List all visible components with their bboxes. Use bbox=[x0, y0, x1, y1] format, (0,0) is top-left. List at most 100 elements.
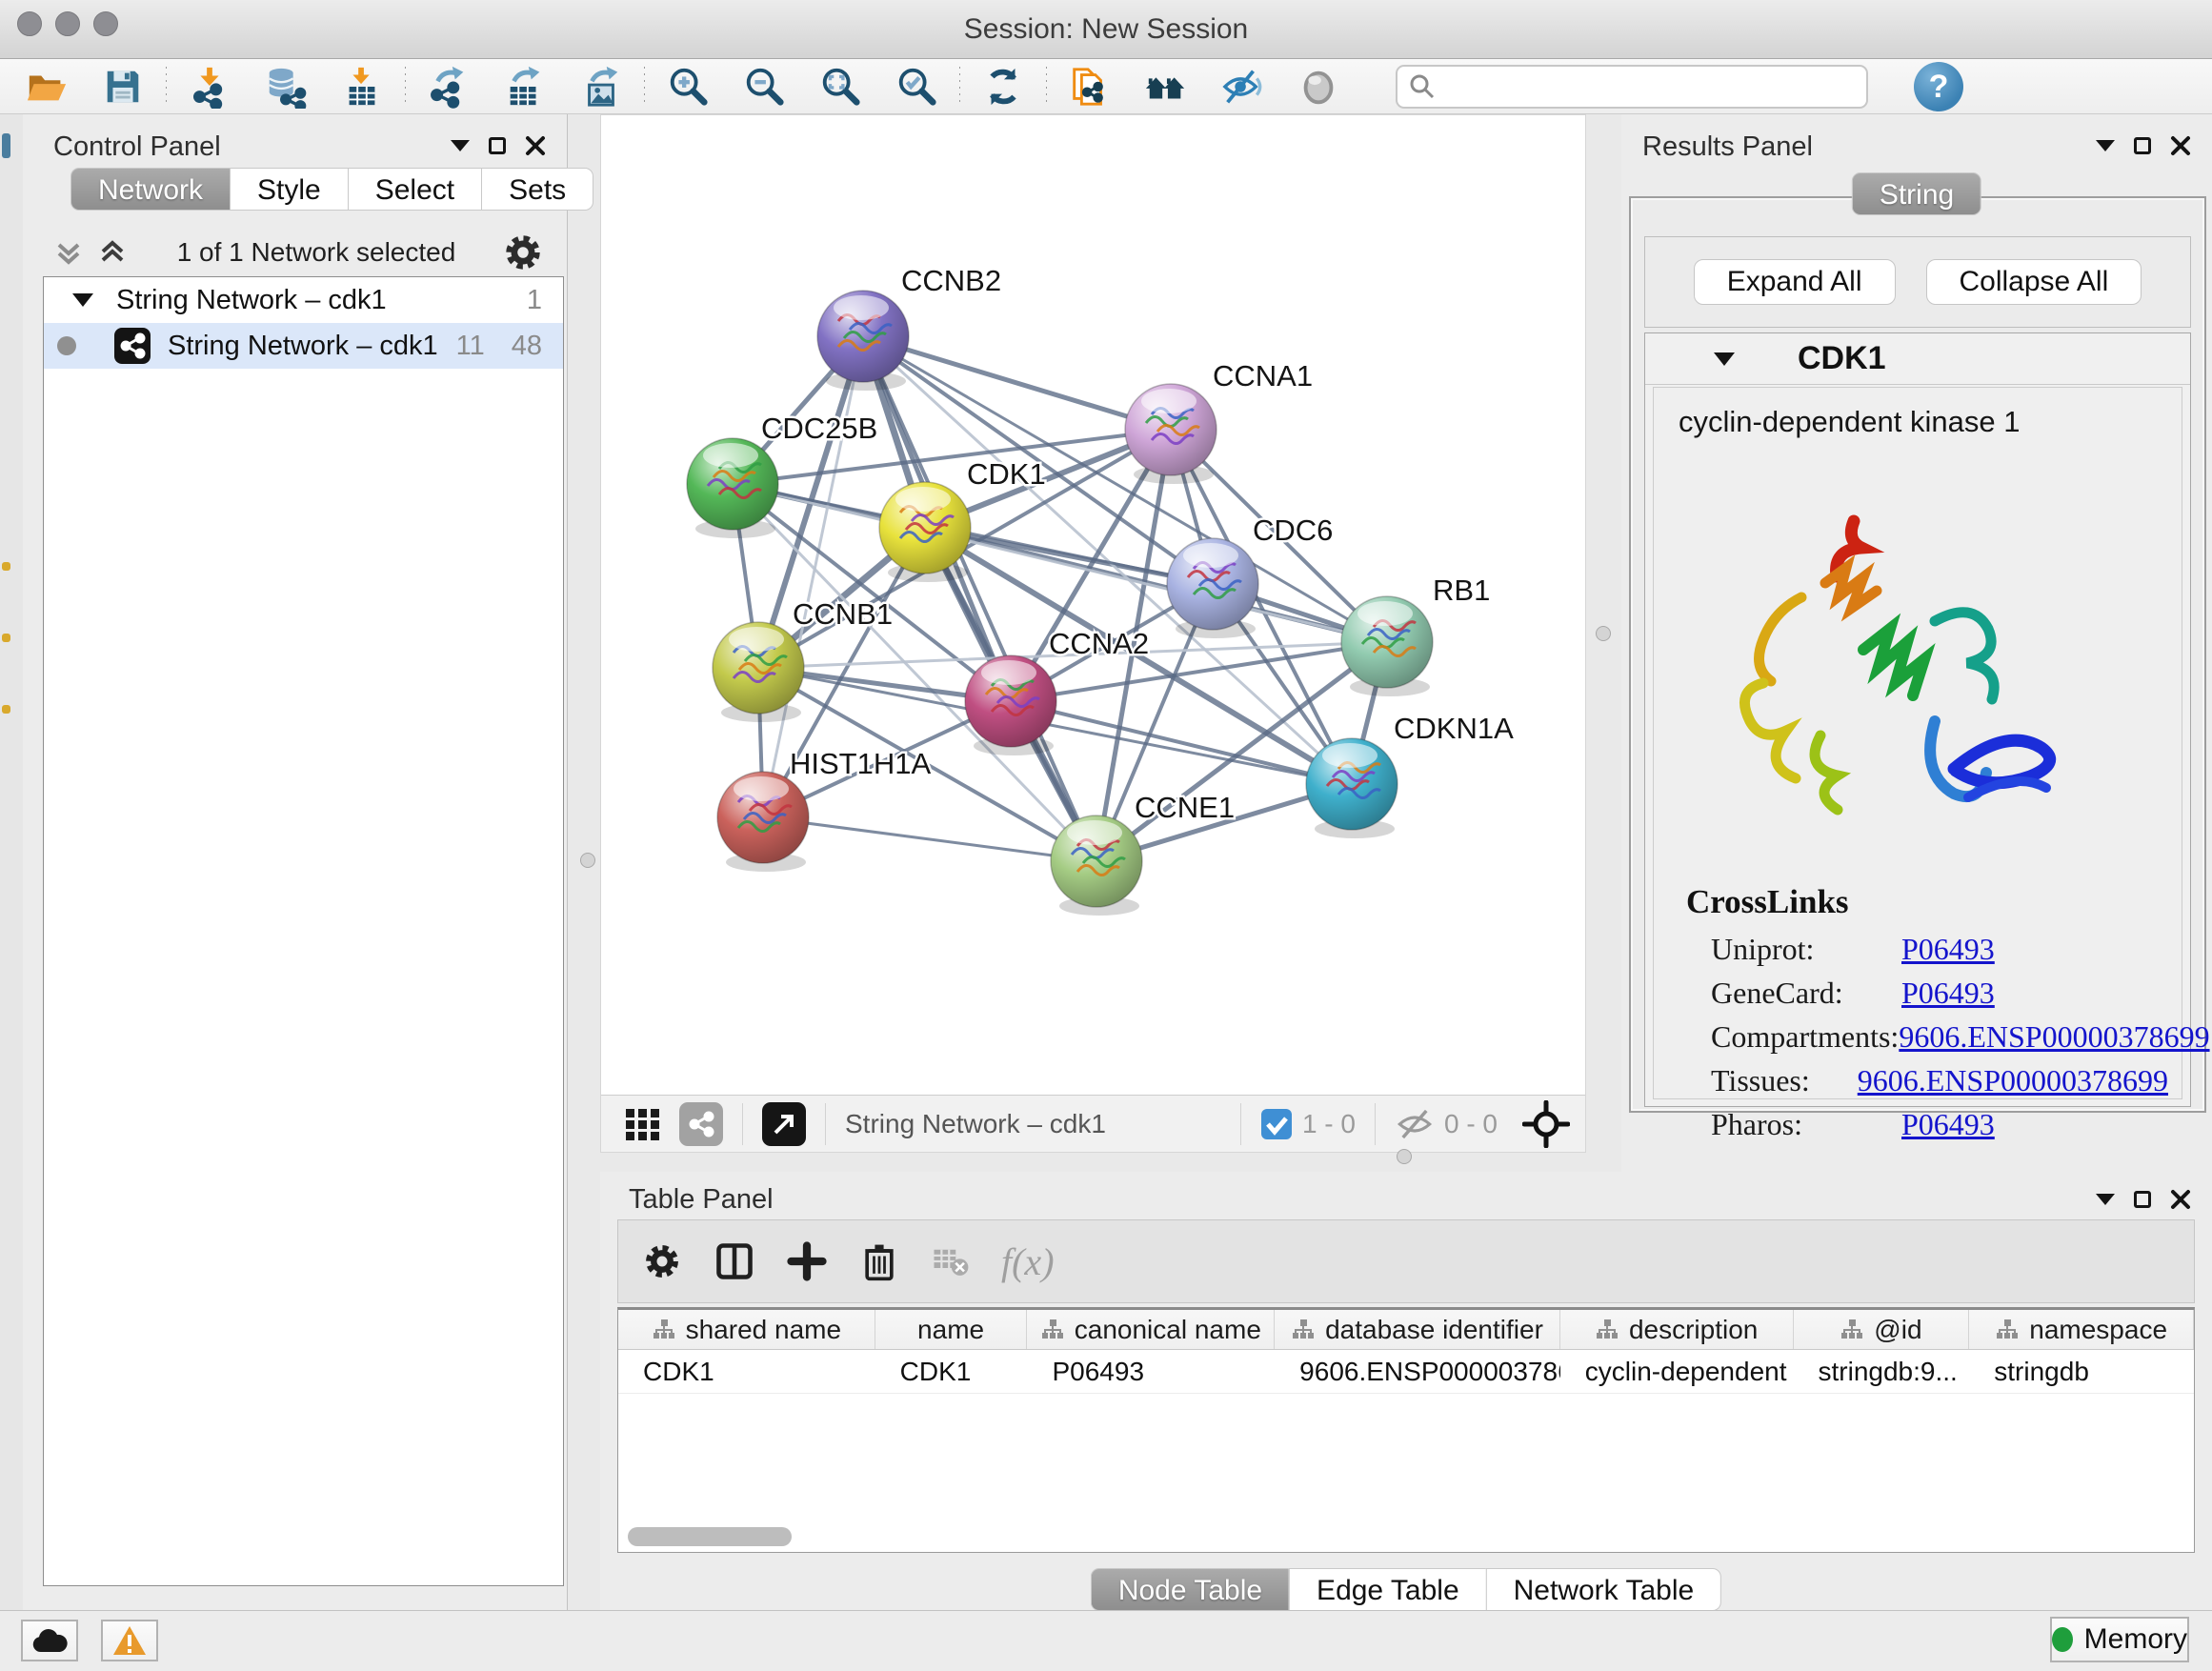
export-image-icon[interactable] bbox=[579, 65, 623, 109]
table-panel-close-icon[interactable] bbox=[2170, 1189, 2191, 1210]
node-CCNE1[interactable]: CCNE1 bbox=[1051, 791, 1235, 916]
cell-shared-name[interactable]: CDK1 bbox=[618, 1350, 875, 1393]
cell--id[interactable]: stringdb:9... bbox=[1794, 1350, 1970, 1393]
collection-collapse-icon[interactable] bbox=[72, 293, 93, 307]
tab-network[interactable]: Network bbox=[70, 168, 230, 211]
network-share-view-icon[interactable] bbox=[679, 1102, 723, 1146]
column-header-namespace[interactable]: namespace bbox=[1969, 1310, 2194, 1349]
crosslink-link-uniprot-[interactable]: P06493 bbox=[1901, 932, 1995, 967]
zoom-in-icon[interactable] bbox=[666, 65, 710, 109]
zoom-out-icon[interactable] bbox=[742, 65, 786, 109]
export-table-icon[interactable] bbox=[503, 65, 547, 109]
control-panel-menu-button[interactable] bbox=[451, 140, 470, 151]
crosslink-link-compartments-[interactable]: 9606.ENSP00000378699 bbox=[1899, 1019, 2209, 1055]
tab-network-table[interactable]: Network Table bbox=[1486, 1568, 1722, 1611]
tab-node-table[interactable]: Node Table bbox=[1091, 1568, 1289, 1611]
cell-name[interactable]: CDK1 bbox=[875, 1350, 1028, 1393]
home-networks-icon[interactable] bbox=[1144, 65, 1188, 109]
left-splitter-handle[interactable] bbox=[580, 853, 595, 868]
tab-edge-table[interactable]: Edge Table bbox=[1289, 1568, 1486, 1611]
cell-namespace[interactable]: stringdb bbox=[1969, 1350, 2194, 1393]
node-CDC6[interactable]: CDC6 bbox=[1167, 513, 1333, 638]
edge-CCNE1-HIST1H1A[interactable] bbox=[763, 817, 1096, 861]
memory-status-dot bbox=[2052, 1627, 2073, 1652]
table-row[interactable]: CDK1CDK1P064939606.ENSP00000378699cyclin… bbox=[618, 1350, 2194, 1394]
control-panel-close-icon[interactable] bbox=[525, 135, 546, 156]
table-settings-gear-icon[interactable] bbox=[641, 1240, 683, 1282]
cell-canonical-name[interactable]: P06493 bbox=[1027, 1350, 1275, 1393]
zoom-selected-icon[interactable] bbox=[895, 65, 938, 109]
node-CDKN1A[interactable]: CDKN1A bbox=[1306, 712, 1514, 838]
table-panel-menu-button[interactable] bbox=[2096, 1194, 2115, 1205]
bottom-splitter-handle[interactable] bbox=[1397, 1149, 1412, 1164]
column-header--id[interactable]: @id bbox=[1794, 1310, 1970, 1349]
network-canvas[interactable]: CCNB2CCNA1CDC25BCDK1CDC6RB1CCNB1CCNA2CDK… bbox=[601, 115, 1585, 1095]
import-network-from-database-icon[interactable] bbox=[264, 65, 308, 109]
table-panel-float-button[interactable] bbox=[2134, 1191, 2151, 1208]
help-button[interactable]: ? bbox=[1914, 62, 1963, 111]
results-panel-menu-button[interactable] bbox=[2096, 140, 2115, 151]
export-network-icon[interactable] bbox=[427, 65, 471, 109]
node-CCNB1[interactable]: CCNB1 bbox=[713, 597, 893, 722]
memory-button[interactable]: Memory bbox=[2050, 1617, 2189, 1662]
section-collapse-icon[interactable] bbox=[1714, 352, 1735, 366]
import-network-icon[interactable] bbox=[188, 65, 231, 109]
gear-icon[interactable] bbox=[501, 231, 545, 274]
cell-database-identifier[interactable]: 9606.ENSP00000378699 bbox=[1275, 1350, 1560, 1393]
node-CCNA1[interactable]: CCNA1 bbox=[1125, 359, 1313, 484]
network-row-selected[interactable]: String Network – cdk1 11 48 bbox=[44, 323, 563, 369]
column-header-database-identifier[interactable]: database identifier bbox=[1275, 1310, 1560, 1349]
right-splitter-handle[interactable] bbox=[1596, 626, 1611, 641]
column-header-description[interactable]: description bbox=[1560, 1310, 1794, 1349]
horizontal-scrollbar[interactable] bbox=[628, 1527, 792, 1546]
selected-checkbox-icon[interactable] bbox=[1260, 1108, 1293, 1140]
cdk1-section-header[interactable]: CDK1 bbox=[1645, 333, 2190, 385]
expand-all-icon[interactable] bbox=[93, 233, 131, 272]
search-input[interactable] bbox=[1438, 71, 1838, 102]
show-columns-icon[interactable] bbox=[714, 1240, 755, 1282]
warnings-button[interactable] bbox=[101, 1620, 158, 1661]
results-panel-float-button[interactable] bbox=[2134, 137, 2151, 154]
refresh-icon[interactable] bbox=[981, 65, 1025, 109]
open-session-icon[interactable] bbox=[25, 65, 69, 109]
main-toolbar: ? bbox=[0, 59, 2212, 114]
collapse-all-icon[interactable] bbox=[50, 233, 88, 272]
crosslink-link-tissues-[interactable]: 9606.ENSP00000378699 bbox=[1858, 1063, 2168, 1098]
column-header-name[interactable]: name bbox=[875, 1310, 1028, 1349]
add-column-icon[interactable] bbox=[786, 1240, 828, 1282]
node-HIST1H1A[interactable]: HIST1H1A bbox=[717, 747, 931, 872]
column-header-shared-name[interactable]: shared name bbox=[618, 1310, 875, 1349]
grid-view-icon[interactable] bbox=[622, 1103, 664, 1145]
results-panel-close-icon[interactable] bbox=[2170, 135, 2191, 156]
control-panel-float-button[interactable] bbox=[489, 137, 506, 154]
edge-CCNB2-HIST1H1A[interactable] bbox=[763, 336, 863, 817]
node-CDC25B[interactable]: CDC25B bbox=[687, 412, 877, 538]
tab-sets[interactable]: Sets bbox=[481, 168, 593, 211]
collapse-all-button[interactable]: Collapse All bbox=[1926, 259, 2142, 305]
import-table-icon[interactable] bbox=[340, 65, 384, 109]
delete-column-icon[interactable] bbox=[858, 1240, 900, 1282]
node-RB1[interactable]: RB1 bbox=[1341, 574, 1490, 696]
crosslink-link-genecard-[interactable]: P06493 bbox=[1901, 976, 1995, 1011]
network-collection-row[interactable]: String Network – cdk1 1 bbox=[44, 277, 563, 323]
birdseye-navigator-icon[interactable] bbox=[1522, 1100, 1570, 1148]
hide-eye-icon[interactable] bbox=[1220, 65, 1264, 109]
edge-CCNB2-CCNA1[interactable] bbox=[863, 336, 1171, 430]
node-CCNA2[interactable]: CCNA2 bbox=[965, 627, 1149, 755]
zoom-fit-icon[interactable] bbox=[818, 65, 862, 109]
save-session-icon[interactable] bbox=[101, 65, 145, 109]
show-eye-icon[interactable] bbox=[1297, 65, 1340, 109]
column-header-canonical-name[interactable]: canonical name bbox=[1027, 1310, 1275, 1349]
share-document-icon[interactable] bbox=[1068, 65, 1112, 109]
expand-all-button[interactable]: Expand All bbox=[1694, 259, 1896, 305]
network-list-toolbar: 1 of 1 Network selected bbox=[36, 231, 554, 274]
tab-string[interactable]: String bbox=[1852, 172, 1981, 215]
cell-description[interactable]: cyclin-dependent ... bbox=[1560, 1350, 1794, 1393]
cloud-button[interactable] bbox=[21, 1620, 78, 1661]
tab-style[interactable]: Style bbox=[230, 168, 348, 211]
edge-CCNB2-CCNE1[interactable] bbox=[863, 336, 1096, 861]
tab-select[interactable]: Select bbox=[348, 168, 481, 211]
crosslink-link-pharos-[interactable]: P06493 bbox=[1901, 1107, 1995, 1142]
detach-view-button[interactable] bbox=[762, 1102, 806, 1146]
hidden-eye-icon[interactable] bbox=[1395, 1104, 1435, 1144]
